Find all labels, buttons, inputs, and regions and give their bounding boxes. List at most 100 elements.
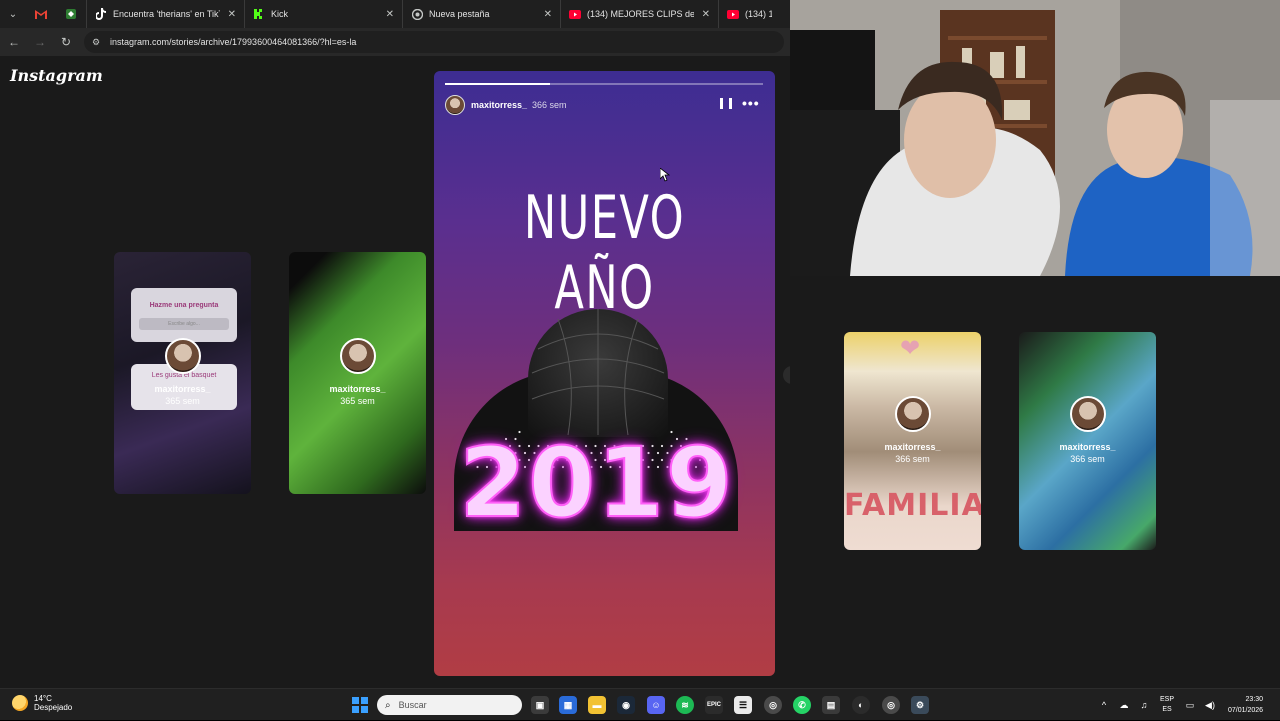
whatsapp-icon[interactable]: ✆	[793, 696, 811, 714]
story-year: 2019	[458, 426, 735, 540]
store-icon[interactable]: ▦	[559, 696, 577, 714]
address-url: instagram.com/stories/archive/1799360046…	[110, 37, 357, 47]
thumbnail-caption: FAMILIA	[844, 488, 981, 523]
address-bar[interactable]: ⚙ instagram.com/stories/archive/17993600…	[84, 31, 784, 53]
weather-temp: 14°C	[34, 694, 52, 703]
weather-widget[interactable]: 14°C Despejado	[12, 694, 72, 712]
weather-description: Despejado	[34, 703, 73, 712]
forward-button[interactable]: →	[28, 30, 52, 54]
avatar	[894, 396, 931, 432]
avatar[interactable]	[445, 95, 465, 115]
site-info-icon[interactable]: ⚙	[92, 37, 104, 48]
language-indicator[interactable]: ESP ES	[1160, 695, 1174, 715]
pinned-tab-shield[interactable]	[56, 0, 86, 28]
ball-grid	[531, 309, 665, 436]
youtube-icon	[727, 8, 739, 20]
heart-hands-icon: ❤	[900, 335, 921, 362]
tab-youtube-clips[interactable]: (134) MEJORES CLIPS del MOM ✕	[560, 0, 718, 28]
story-viewer[interactable]: maxitorress_ 366 sem ••• NUEVO AÑO 2019	[434, 71, 775, 676]
story-progress-fill	[445, 83, 550, 85]
notepad-icon[interactable]: ▤	[822, 696, 840, 714]
kick-icon	[253, 8, 265, 20]
youtube-icon	[569, 8, 581, 20]
search-icon: ⌕	[385, 699, 391, 711]
task-view-icon[interactable]: ▣	[531, 696, 549, 714]
settings-icon[interactable]: ⚙	[911, 696, 929, 714]
shield-icon	[66, 9, 76, 19]
tiktok-icon	[95, 8, 107, 20]
obs-icon[interactable]: ◐	[852, 696, 870, 714]
pinned-tab-gmail[interactable]	[26, 0, 56, 28]
chrome-taskbar-icon[interactable]: ◎	[764, 696, 782, 714]
volume-icon[interactable]: ◀)	[1200, 700, 1220, 711]
tab-search-button[interactable]: ⌄	[0, 0, 26, 28]
story-progress-bar	[445, 83, 763, 85]
story-headline: NUEVO AÑO	[523, 183, 686, 323]
thumbnail-username: maxitorress_	[884, 442, 941, 452]
tab-label: (134) 10 TEO	[745, 9, 772, 19]
story-thumbnail-4[interactable]: maxitorress_ 366 sem	[1019, 332, 1156, 550]
taskbar-search[interactable]: ⌕ Buscar	[377, 695, 522, 715]
browser-tab-strip: ⌄ Encuentra 'therians' en TikTok | ✕ Kic…	[0, 0, 790, 28]
thumbnail-username: maxitorress_	[329, 384, 386, 394]
avatar	[1069, 396, 1106, 432]
reload-button[interactable]: ↻	[54, 30, 78, 54]
steam-icon[interactable]: ◉	[617, 696, 635, 714]
thumbnail-age: 365 sem	[340, 396, 375, 406]
close-icon[interactable]: ✕	[228, 9, 236, 20]
cloud-icon[interactable]: ☁	[1114, 700, 1134, 711]
webcam-overlay	[790, 0, 1280, 276]
tab-label: Encuentra 'therians' en TikTok |	[113, 9, 220, 19]
gmail-icon	[35, 10, 47, 19]
clock[interactable]: 23:30 07/01/2026	[1228, 694, 1263, 716]
epic-games-icon[interactable]: EPIC	[705, 696, 723, 714]
tab-new-tab[interactable]: Nueva pestaña ✕	[402, 0, 560, 28]
windows-start-icon[interactable]	[352, 697, 368, 713]
pause-icon[interactable]	[720, 98, 732, 110]
windows-taskbar: 14°C Despejado ⌕ Buscar ▣ ▦ ▬ ◉ ☺ ≋ EPIC…	[0, 688, 1280, 720]
close-icon[interactable]: ✕	[386, 9, 394, 20]
back-button[interactable]: ←	[2, 30, 26, 54]
more-options-icon[interactable]: •••	[742, 95, 760, 111]
thumbnail-age: 366 sem	[1070, 454, 1105, 464]
question-sticker: Hazme una pregunta Escribe algo...	[131, 288, 237, 342]
thumbnail-username: maxitorress_	[154, 384, 211, 394]
thumbnail-age: 365 sem	[165, 396, 200, 406]
story-username[interactable]: maxitorress_	[471, 100, 527, 110]
clock-date: 07/01/2026	[1228, 707, 1264, 714]
close-icon[interactable]: ✕	[544, 9, 552, 20]
avatar	[339, 338, 376, 374]
question-title: Hazme una pregunta	[149, 302, 219, 309]
thumbnail-username: maxitorress_	[1059, 442, 1116, 452]
story-thumbnail-1[interactable]: Hazme una pregunta Escribe algo... Les g…	[114, 252, 251, 494]
tab-label: Nueva pestaña	[429, 9, 490, 19]
story-thumbnail-3[interactable]: ❤ maxitorress_ 366 sem FAMILIA	[844, 332, 981, 550]
question-field: Escribe algo...	[139, 318, 229, 330]
browser-toolbar: ← → ↻ ⚙ instagram.com/stories/archive/17…	[0, 28, 790, 56]
close-icon[interactable]: ✕	[702, 9, 710, 20]
network-icon[interactable]: ▭	[1180, 700, 1200, 711]
folder-icon[interactable]: ▬	[588, 696, 606, 714]
moon-icon	[12, 695, 28, 711]
language-code: ESP	[1160, 696, 1175, 703]
thumbnail-age: 366 sem	[895, 454, 930, 464]
avatar	[164, 338, 201, 374]
instagram-logo[interactable]: Instagram	[10, 66, 103, 85]
chevron-up-icon[interactable]: ^	[1094, 700, 1114, 710]
tab-kick[interactable]: Kick ✕	[244, 0, 402, 28]
tab-label: Kick	[271, 9, 289, 19]
story-thumbnail-2[interactable]: maxitorress_ 365 sem	[289, 252, 426, 494]
keyboard-layout: ES	[1162, 706, 1172, 713]
clock-time: 23:30	[1245, 696, 1264, 703]
system-tray: ^ ☁ ♫ ESP ES ▭ ◀) 23:30 07/01/2026	[1094, 689, 1263, 721]
story-age: 366 sem	[532, 100, 567, 110]
tab-youtube-teo[interactable]: (134) 10 TEO	[718, 0, 780, 28]
spotify-icon[interactable]: ≋	[676, 696, 694, 714]
chrome-icon	[411, 8, 423, 20]
app-icon[interactable]: ☰	[734, 696, 752, 714]
chrome-profile-icon[interactable]: ◎	[882, 696, 900, 714]
microphone-icon[interactable]: ♫	[1134, 700, 1154, 710]
search-placeholder: Buscar	[398, 700, 427, 710]
discord-icon[interactable]: ☺	[647, 696, 665, 714]
tab-tiktok[interactable]: Encuentra 'therians' en TikTok | ✕	[86, 0, 244, 28]
